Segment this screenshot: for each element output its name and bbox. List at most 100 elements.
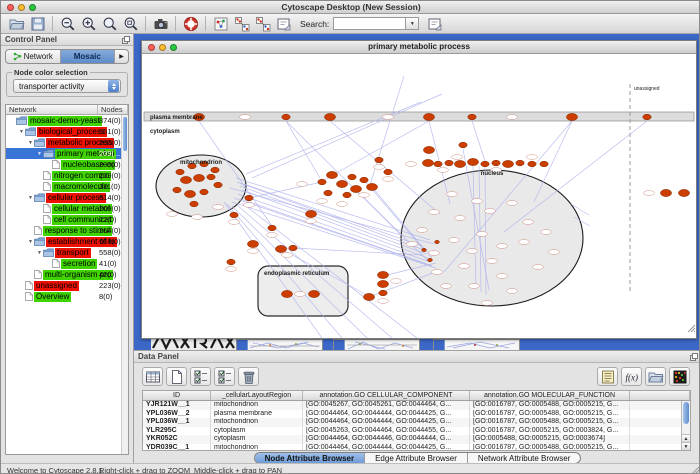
scroll-up-icon[interactable]: ▲ bbox=[682, 434, 690, 442]
tree-row[interactable]: multi-organism pro42(0) bbox=[6, 269, 128, 280]
table-row[interactable]: YPL036W__1mitochondrion[GO:0044464, GO:0… bbox=[143, 418, 690, 427]
annotation-icon[interactable] bbox=[273, 15, 294, 33]
tree-row[interactable]: ▼biological_process651(0) bbox=[6, 126, 128, 137]
graph-node[interactable] bbox=[176, 169, 184, 175]
graph-node[interactable] bbox=[318, 179, 326, 185]
table-column-header[interactable]: annotation.GO CELLULAR_COMPONENT bbox=[303, 391, 470, 400]
disclosure-triangle-icon[interactable]: ▼ bbox=[27, 239, 34, 245]
graph-node[interactable] bbox=[247, 240, 258, 247]
graph-node[interactable] bbox=[445, 160, 453, 166]
table-scrollbar[interactable]: ▲ ▼ bbox=[681, 401, 690, 450]
graph-node[interactable] bbox=[528, 161, 536, 167]
graph-node[interactable] bbox=[289, 245, 297, 251]
graph-node[interactable] bbox=[678, 189, 689, 196]
network-view-window[interactable]: primary metabolic process plasma membran… bbox=[141, 40, 697, 339]
help-lifebuoy-icon[interactable] bbox=[180, 15, 201, 33]
tab-node-attribute-browser[interactable]: Node Attribute Browser bbox=[255, 453, 366, 463]
graph-node[interactable] bbox=[492, 160, 500, 166]
graph-node[interactable] bbox=[193, 174, 204, 181]
graph-node[interactable] bbox=[348, 174, 356, 180]
minimized-window-thumbnail[interactable] bbox=[333, 339, 420, 350]
network-overview-icon[interactable] bbox=[210, 15, 231, 33]
zoom-fit-icon[interactable] bbox=[120, 15, 141, 33]
graph-node[interactable] bbox=[423, 146, 434, 153]
table-column-header[interactable]: _cellularLayoutRegion bbox=[211, 391, 303, 400]
function-builder-icon[interactable]: f(x) bbox=[621, 367, 642, 386]
select-attributes-icon[interactable] bbox=[190, 367, 211, 386]
graph-node[interactable] bbox=[660, 189, 671, 196]
graph-node[interactable] bbox=[384, 169, 392, 175]
table-row[interactable]: YJR121W__1mitochondrion[GO:0045267, GO:0… bbox=[143, 401, 690, 410]
graph-node[interactable] bbox=[422, 248, 427, 251]
tree-row[interactable]: ▼primary metabol209(... bbox=[6, 148, 128, 159]
graph-node[interactable] bbox=[428, 258, 433, 261]
graph-node[interactable] bbox=[173, 187, 181, 193]
app-titlebar[interactable]: Cytoscape Desktop (New Session) bbox=[1, 1, 700, 14]
minimized-window-thumbnail[interactable] bbox=[433, 339, 520, 350]
graph-node[interactable] bbox=[468, 114, 476, 120]
graph-node[interactable] bbox=[366, 183, 377, 190]
graph-node[interactable] bbox=[245, 195, 253, 201]
layout-attribute-icon[interactable] bbox=[252, 15, 273, 33]
import-attributes-icon[interactable] bbox=[645, 367, 666, 386]
tree-column-nodes[interactable]: Nodes bbox=[98, 105, 128, 114]
resize-grip-icon[interactable] bbox=[691, 466, 700, 474]
tree-row[interactable]: macromolecule311(0) bbox=[6, 181, 128, 192]
disclosure-triangle-icon[interactable]: ▼ bbox=[27, 195, 34, 201]
disclosure-triangle-icon[interactable]: ▼ bbox=[27, 140, 34, 146]
table-column-header[interactable]: ID bbox=[143, 391, 211, 400]
tab-overflow-arrow[interactable]: ▶ bbox=[115, 50, 128, 63]
graph-node[interactable] bbox=[180, 176, 191, 183]
tree-row[interactable]: mosaic-demo-yeast874(0) bbox=[6, 115, 128, 126]
graph-node[interactable] bbox=[343, 192, 351, 198]
table-row[interactable]: YLR295Ccytoplasm[GO:0045263, GO:0044464,… bbox=[143, 427, 690, 436]
search-dropdown-button[interactable]: ▼ bbox=[405, 17, 419, 30]
graph-node[interactable] bbox=[454, 160, 465, 167]
network-canvas[interactable]: plasma membranecytoplasmmitochondrionnuc… bbox=[142, 54, 696, 338]
graph-node[interactable] bbox=[227, 259, 235, 265]
tree-row[interactable]: ▼cellular process614(0) bbox=[6, 192, 128, 203]
graph-node[interactable] bbox=[281, 290, 292, 297]
tree-scrollbar[interactable] bbox=[121, 115, 128, 454]
tree-row[interactable]: nitrogen compo209(0) bbox=[6, 170, 128, 181]
graph-node[interactable] bbox=[305, 210, 316, 217]
attribute-matrix-icon[interactable] bbox=[669, 367, 690, 386]
tree-row[interactable]: ▼transport558(0) bbox=[6, 247, 128, 258]
tab-edge-attribute-browser[interactable]: Edge Attribute Browser bbox=[365, 453, 468, 463]
open-file-icon[interactable] bbox=[6, 15, 27, 33]
graph-node[interactable] bbox=[190, 201, 198, 207]
graph-node[interactable] bbox=[481, 161, 489, 167]
attribute-table-icon[interactable] bbox=[142, 367, 163, 386]
resize-grip-icon[interactable] bbox=[687, 320, 696, 338]
zoom-in-icon[interactable] bbox=[78, 15, 99, 33]
tree-row[interactable]: secretion41(0) bbox=[6, 258, 128, 269]
graph-node[interactable] bbox=[423, 113, 434, 120]
table-row[interactable]: YPL036W__2plasma membrane[GO:0044464, GO… bbox=[143, 410, 690, 419]
table-row[interactable]: YDR039C__1mitochondrion[GO:0044464, GO:0… bbox=[143, 444, 690, 452]
graph-node[interactable] bbox=[375, 157, 383, 163]
graph-node[interactable] bbox=[308, 290, 319, 297]
disclosure-triangle-icon[interactable]: ▼ bbox=[18, 129, 25, 135]
graph-node[interactable] bbox=[434, 161, 442, 167]
tree-row[interactable]: ▼establishment of lo558(0) bbox=[6, 236, 128, 247]
graph-node[interactable] bbox=[435, 240, 440, 243]
unselect-attributes-icon[interactable] bbox=[214, 367, 235, 386]
save-icon[interactable] bbox=[27, 15, 48, 33]
tree-row[interactable]: nucleobase-co209(0) bbox=[6, 159, 128, 170]
graph-node[interactable] bbox=[336, 180, 347, 187]
graph-node[interactable] bbox=[377, 280, 388, 287]
disclosure-triangle-icon[interactable]: ▼ bbox=[36, 151, 43, 157]
float-panel-icon[interactable] bbox=[122, 36, 130, 44]
graph-node[interactable] bbox=[230, 212, 238, 218]
graph-node[interactable] bbox=[324, 190, 332, 196]
graph-node[interactable] bbox=[566, 113, 577, 120]
graph-node[interactable] bbox=[207, 174, 215, 180]
tab-network-attribute-browser[interactable]: Network Attribute Browser bbox=[468, 453, 580, 463]
tree-row[interactable]: response to stimul264(0) bbox=[6, 225, 128, 236]
table-row[interactable]: YKR052Ccytoplasm[GO:0044464, GO:0044446,… bbox=[143, 435, 690, 444]
disclosure-triangle-icon[interactable]: ▼ bbox=[36, 250, 43, 256]
graph-node[interactable] bbox=[184, 190, 195, 197]
tree-row[interactable]: Overview8(0) bbox=[6, 291, 128, 302]
graph-node[interactable] bbox=[379, 290, 387, 296]
graph-node[interactable] bbox=[422, 159, 433, 166]
